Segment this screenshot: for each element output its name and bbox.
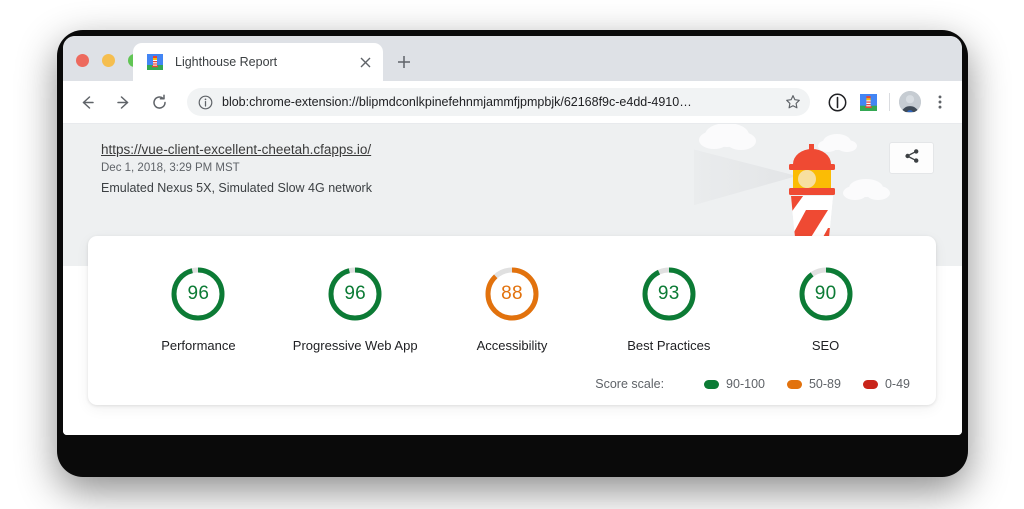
forward-icon[interactable]	[108, 87, 138, 117]
gauge-value: 88	[501, 283, 523, 304]
gauge-value: 90	[814, 283, 837, 304]
legend-range: 50-89	[808, 377, 841, 391]
new-tab-button[interactable]	[393, 51, 415, 73]
legend-range: 0-49	[884, 377, 910, 391]
score-scale-title: Score scale:	[595, 377, 665, 391]
legend-swatch	[786, 379, 802, 389]
share-icon	[904, 148, 920, 169]
address-bar-url[interactable]: blob:chrome-extension://blipmdconlkpinef…	[222, 95, 779, 109]
gauge-ring: 96	[325, 264, 385, 324]
back-icon[interactable]	[72, 87, 102, 117]
chrome-menu-icon[interactable]	[928, 90, 952, 114]
legend-range: 90-100	[726, 377, 765, 391]
close-window-button[interactable]	[76, 54, 89, 67]
tab-strip: Lighthouse Report	[63, 36, 962, 81]
gauge-progressive-web-app[interactable]: 96 Progressive Web App	[277, 264, 434, 353]
score-scale-item-red: 0-49	[862, 377, 910, 391]
gauge-label: Performance	[161, 338, 236, 353]
share-button[interactable]	[889, 142, 934, 174]
gauge-label: Progressive Web App	[292, 338, 418, 353]
lighthouse-extension-icon[interactable]	[856, 90, 880, 114]
gauge-label: SEO	[811, 338, 840, 353]
lighthouse-favicon	[147, 54, 163, 70]
extension-circle-icon[interactable]	[825, 90, 849, 114]
browser-tab-lighthouse-report[interactable]: Lighthouse Report	[133, 43, 383, 81]
gauge-ring: 88	[482, 264, 542, 324]
report-url-link[interactable]: https://vue-client-excellent-cheetah.cfa…	[101, 142, 372, 157]
reload-icon[interactable]	[144, 87, 174, 117]
gauge-seo[interactable]: 90 SEO	[747, 264, 904, 353]
gauge-value: 96	[187, 283, 210, 304]
profile-avatar[interactable]	[899, 91, 921, 113]
score-scale-item-orange: 50-89	[786, 377, 841, 391]
gauge-value: 93	[657, 283, 680, 304]
score-scale-item-green: 90-100	[704, 377, 765, 391]
legend-swatch	[704, 379, 720, 389]
minimize-window-button[interactable]	[102, 54, 115, 67]
window-traffic-lights	[76, 54, 141, 67]
gauge-value: 96	[344, 283, 367, 304]
close-icon[interactable]	[357, 54, 373, 70]
score-scale-legend: Score scale: 90-100 50-89 0-49	[110, 377, 914, 391]
browser-window: Lighthouse Report blob:chrome-extension:…	[63, 36, 962, 435]
lighthouse-report-page: https://vue-client-excellent-cheetah.cfa…	[63, 124, 962, 435]
site-info-icon[interactable]	[198, 95, 213, 110]
tab-title: Lighthouse Report	[175, 55, 278, 69]
legend-swatch	[862, 379, 878, 389]
score-gauges: 96 Performance 96 Progressive Web App 88…	[110, 258, 914, 353]
report-timestamp: Dec 1, 2018, 3:29 PM MST	[101, 162, 240, 174]
gauge-ring: 93	[639, 264, 699, 324]
screenshot-root: Lighthouse Report blob:chrome-extension:…	[0, 0, 1024, 509]
report-environment: Emulated Nexus 5X, Simulated Slow 4G net…	[101, 181, 372, 195]
gauge-best-practices[interactable]: 93 Best Practices	[590, 264, 747, 353]
browser-toolbar: blob:chrome-extension://blipmdconlkpinef…	[63, 81, 962, 124]
bookmark-star-icon[interactable]	[785, 94, 802, 111]
gauge-performance[interactable]: 96 Performance	[120, 264, 277, 353]
toolbar-divider	[889, 93, 890, 111]
gauge-accessibility[interactable]: 88 Accessibility	[434, 264, 591, 353]
address-bar[interactable]: blob:chrome-extension://blipmdconlkpinef…	[187, 88, 810, 116]
gauge-ring: 90	[796, 264, 856, 324]
gauge-ring: 96	[168, 264, 228, 324]
scores-card: 96 Performance 96 Progressive Web App 88…	[88, 236, 936, 405]
report-header-text: https://vue-client-excellent-cheetah.cfa…	[101, 142, 372, 195]
gauge-label: Accessibility	[476, 338, 548, 353]
gauge-label: Best Practices	[627, 338, 711, 353]
